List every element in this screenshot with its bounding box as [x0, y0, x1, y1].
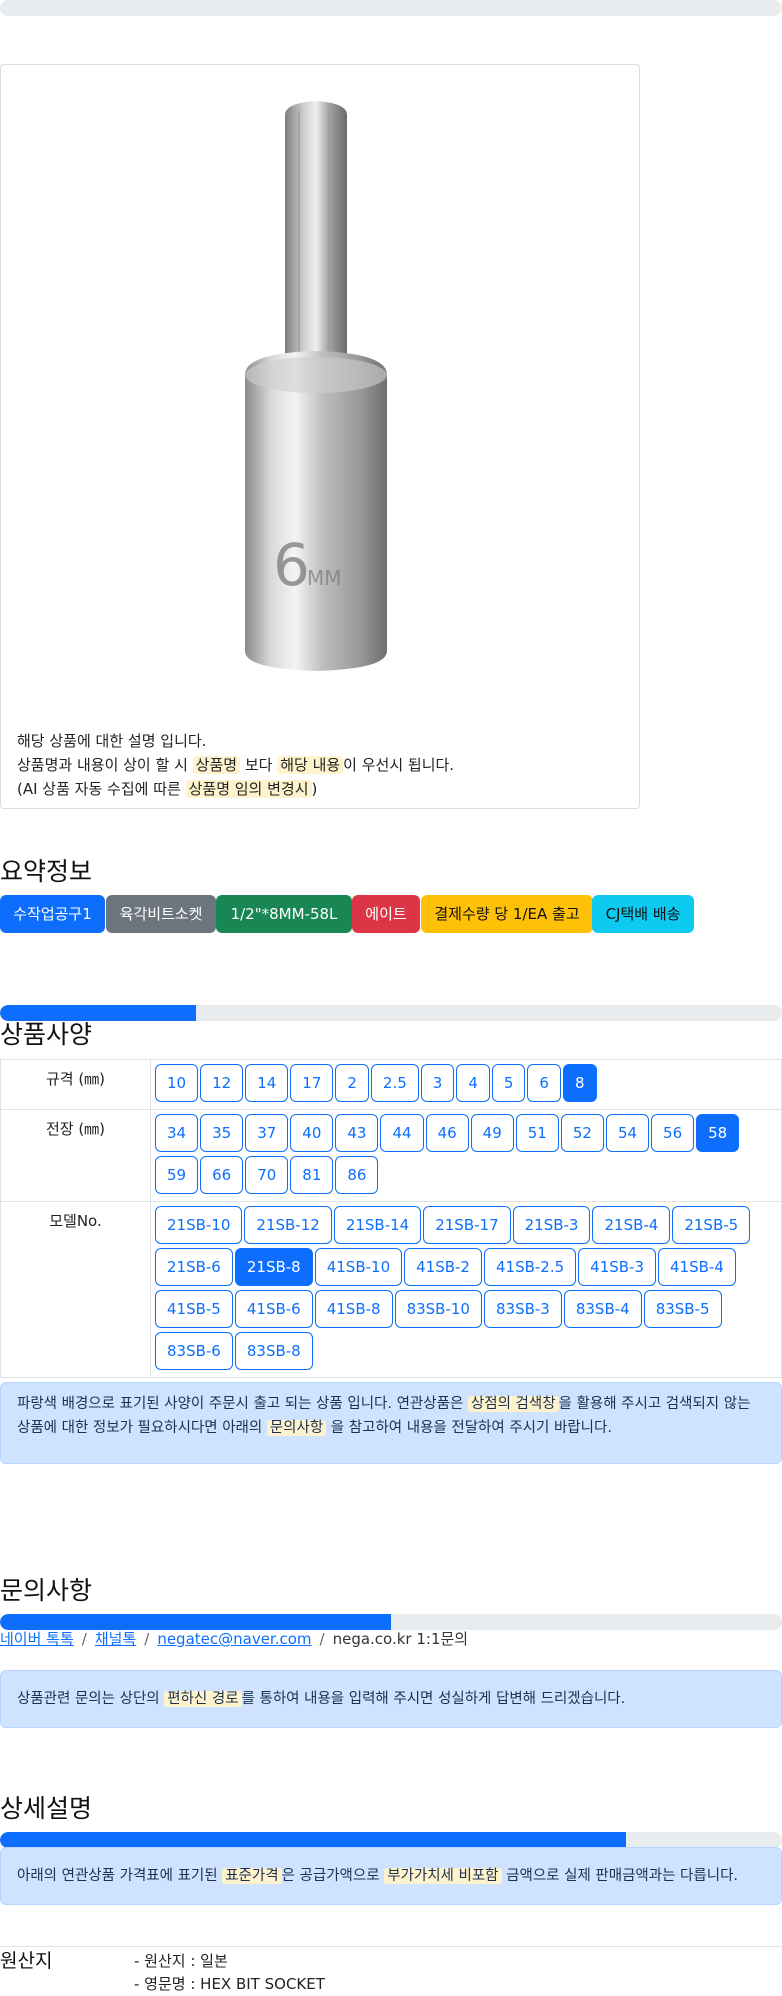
spec-row-label: 모델No. — [0, 1201, 151, 1378]
spec-row-label: 규격 (㎜) — [0, 1059, 151, 1110]
spec-option[interactable]: 21SB-3 — [512, 1206, 591, 1244]
link-email[interactable]: negatec@naver.com — [157, 1630, 311, 1648]
engraving-text: 6 — [273, 531, 310, 599]
inquiry-title: 문의사항 — [0, 1576, 93, 1605]
detail-progress-bar — [0, 1832, 782, 1848]
spec-option[interactable]: 46 — [425, 1114, 469, 1152]
spec-option[interactable]: 41SB-8 — [314, 1290, 393, 1328]
spec-option[interactable]: 2 — [335, 1064, 369, 1102]
inquiry-channels: 네이버 톡톡 / 채널톡 / negatec@naver.com / nega.co.kr … — [0, 1630, 469, 1648]
summary-badge: 수작업공구1 — [0, 895, 105, 933]
origin-country: - 원산지 : 일본 — [134, 1952, 228, 1970]
spec-notice: 파랑색 배경으로 표기된 사양이 주문시 출고 되는 상품 입니다. 연관상품은… — [0, 1382, 782, 1464]
spec-option[interactable]: 41SB-10 — [314, 1248, 403, 1286]
spec-option[interactable]: 40 — [290, 1114, 334, 1152]
product-image-panel: 6 MM 해당 상품에 대한 설명 입니다. 상품명과 내용이 상이 할 시 상… — [0, 64, 640, 809]
svg-text:MM: MM — [307, 566, 342, 590]
detail-title: 상세설명 — [0, 1794, 93, 1823]
spec-option[interactable]: 81 — [290, 1156, 334, 1194]
spec-option[interactable]: 83SB-10 — [394, 1290, 482, 1328]
summary-badge: CJ택배 배송 — [592, 895, 694, 933]
spec-option[interactable]: 83SB-6 — [155, 1332, 233, 1370]
spec-option[interactable]: 83SB-3 — [483, 1290, 562, 1328]
spec-option[interactable]: 44 — [380, 1114, 424, 1152]
spec-row: 규격 (㎜) 10 12 14 17 2 2.5 3 4 5 6 8 — [0, 1059, 782, 1110]
spec-table: 규격 (㎜) 10 12 14 17 2 2.5 3 4 5 6 8 전장 (㎜) 34 35 37 40 43 4… — [0, 1059, 782, 1378]
spec-option[interactable]: 3 — [420, 1064, 455, 1102]
spec-option[interactable]: 51 — [515, 1114, 559, 1152]
spec-option[interactable]: 83SB-5 — [643, 1290, 722, 1328]
link-naver-talk[interactable]: 네이버 톡톡 — [0, 1630, 74, 1648]
spec-option[interactable]: 21SB-4 — [592, 1206, 671, 1244]
spec-option[interactable]: 5 — [491, 1064, 526, 1102]
spec-progress-bar — [0, 1005, 782, 1021]
description-line-2: 상품명과 내용이 상이 할 시 상품명 보다 해당 내용 이 우선시 됩니다. — [17, 756, 455, 774]
spec-row-options: 21SB-10 21SB-12 21SB-14 21SB-17 21SB-3 21SB-4… — [150, 1201, 782, 1378]
spec-option[interactable]: 21SB-10 — [155, 1206, 243, 1244]
one-to-one-inquiry: nega.co.kr 1:1문의 — [332, 1630, 469, 1648]
spec-option[interactable]: 21SB-12 — [244, 1206, 332, 1244]
spec-option[interactable]: 2.5 — [370, 1064, 419, 1102]
spec-option[interactable]: 17 — [290, 1064, 334, 1102]
spec-option[interactable]: 41SB-5 — [155, 1290, 233, 1328]
progress-fill — [0, 1832, 626, 1848]
spec-option[interactable]: 37 — [245, 1114, 289, 1152]
spec-option[interactable]: 52 — [560, 1114, 604, 1152]
origin-label: 원산지 — [0, 1950, 53, 1972]
spec-option[interactable]: 14 — [245, 1064, 289, 1102]
spec-option[interactable]: 41SB-4 — [658, 1248, 736, 1286]
top-progress-bar — [0, 0, 782, 16]
spec-option[interactable]: 4 — [456, 1064, 490, 1102]
spec-option[interactable]: 21SB-5 — [672, 1206, 751, 1244]
detail-notice: 아래의 연관상품 가격표에 표기된 표준가격 은 공급가액으로 부가가치세 비포함… — [0, 1847, 782, 1905]
spec-option-selected[interactable]: 21SB-8 — [234, 1248, 313, 1286]
spec-row: 전장 (㎜) 34 35 37 40 43 44 46 49 51 52 54 56 58 59 66 70 81… — [0, 1109, 782, 1202]
spec-option[interactable]: 41SB-6 — [234, 1290, 313, 1328]
spec-option[interactable]: 43 — [335, 1114, 379, 1152]
spec-option[interactable]: 54 — [605, 1114, 650, 1152]
spec-option[interactable]: 12 — [200, 1064, 244, 1102]
summary-badge: 결제수량 당 1/EA 출고 — [421, 895, 593, 933]
summary-badge: 에이트 — [352, 895, 420, 933]
summary-badge: 육각비트소켓 — [106, 895, 216, 933]
summary-badge: 1/2"*8MM-58L — [216, 895, 352, 933]
origin-english-name: - 영문명 : HEX BIT SOCKET — [134, 1975, 325, 1993]
spec-option[interactable]: 59 — [155, 1156, 199, 1194]
inquiry-notice: 상품관련 문의는 상단의 편하신 경로 를 통하여 내용을 입력해 주시면 성실하… — [0, 1670, 782, 1728]
spec-option[interactable]: 41SB-2 — [404, 1248, 482, 1286]
spec-row: 모델No. 21SB-10 21SB-12 21SB-14 21SB-17 21SB-3 2… — [0, 1201, 782, 1378]
spec-option[interactable]: 35 — [200, 1114, 244, 1152]
spec-option-selected[interactable]: 58 — [696, 1114, 740, 1152]
spec-option[interactable]: 83SB-4 — [563, 1290, 642, 1328]
description-line-1: 해당 상품에 대한 설명 입니다. — [17, 732, 207, 750]
spec-option[interactable]: 21SB-17 — [423, 1206, 511, 1244]
summary-title: 요약정보 — [0, 857, 93, 886]
spec-option[interactable]: 10 — [155, 1064, 199, 1102]
product-photo: 6 MM — [245, 101, 387, 671]
spec-option[interactable]: 86 — [335, 1156, 379, 1194]
spec-option[interactable]: 66 — [200, 1156, 244, 1194]
spec-option[interactable]: 49 — [470, 1114, 514, 1152]
spec-option[interactable]: 6 — [527, 1064, 561, 1102]
origin-divider — [0, 1946, 782, 1947]
spec-option[interactable]: 41SB-3 — [578, 1248, 657, 1286]
spec-option[interactable]: 41SB-2.5 — [483, 1248, 577, 1286]
link-channel-talk[interactable]: 채널톡 — [95, 1630, 136, 1648]
spec-row-options: 34 35 37 40 43 44 46 49 51 52 54 56 58 59 66 70 81 86 — [150, 1109, 782, 1202]
spec-row-options: 10 12 14 17 2 2.5 3 4 5 6 8 — [150, 1059, 782, 1110]
spec-option[interactable]: 21SB-6 — [155, 1248, 233, 1286]
spec-option[interactable]: 83SB-8 — [234, 1332, 313, 1370]
spec-option[interactable]: 56 — [651, 1114, 695, 1152]
spec-option[interactable]: 70 — [245, 1156, 289, 1194]
product-description: 해당 상품에 대한 설명 입니다. 상품명과 내용이 상이 할 시 상품명 보다… — [17, 729, 617, 801]
spec-option-selected[interactable]: 8 — [562, 1064, 597, 1102]
description-line-3: (AI 상품 자동 수집에 따른 상품명 임의 변경시) — [17, 780, 318, 798]
origin-list: - 원산지 : 일본 - 영문명 : HEX BIT SOCKET — [134, 1950, 325, 1996]
spec-option[interactable]: 34 — [155, 1114, 199, 1152]
spec-row-label: 전장 (㎜) — [0, 1109, 151, 1202]
spec-title: 상품사양 — [0, 1020, 93, 1049]
spec-option[interactable]: 21SB-14 — [333, 1206, 422, 1244]
